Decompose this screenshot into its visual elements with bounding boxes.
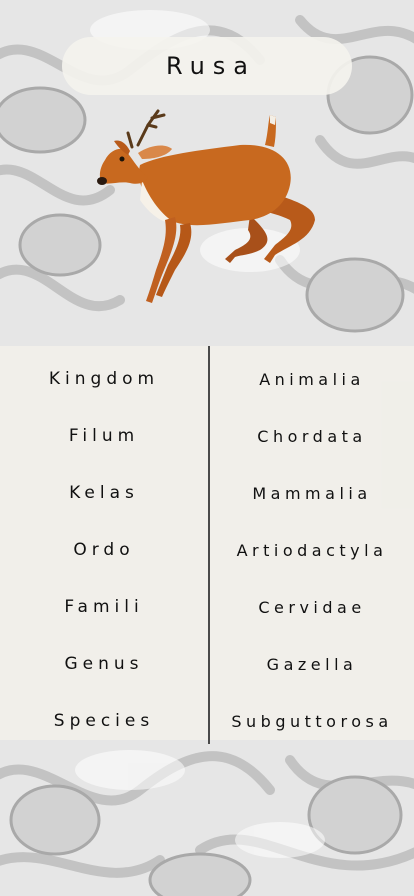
- table-row: Filum Chordata: [0, 416, 414, 456]
- table-row: Ordo Artiodactyla: [0, 530, 414, 570]
- rank-value: Animalia: [259, 369, 365, 389]
- title-banner: Rusa: [62, 37, 352, 95]
- rank-value: Gazella: [266, 654, 358, 674]
- table-row: Famili Cervidae: [0, 587, 414, 627]
- table-row: Genus Gazella: [0, 644, 414, 684]
- page-title: Rusa: [165, 52, 257, 80]
- rank-value: Cervidae: [258, 597, 366, 617]
- rank-value: Subguttorosa: [231, 711, 393, 731]
- rank-label: Kelas: [69, 483, 139, 503]
- rank-label: Famili: [64, 597, 144, 617]
- table-row: Kingdom Animalia: [0, 359, 414, 399]
- table-row: Kelas Mammalia: [0, 473, 414, 513]
- rank-label: Genus: [64, 654, 144, 674]
- rank-label: Filum: [68, 426, 140, 446]
- rank-value: Artiodactyla: [236, 540, 388, 560]
- rank-value: Chordata: [257, 426, 367, 446]
- rank-label: Ordo: [73, 540, 135, 560]
- deer-icon: [97, 109, 315, 303]
- rank-label: Kingdom: [48, 369, 160, 389]
- table-row: Species Subguttorosa: [0, 701, 414, 741]
- rank-value: Mammalia: [252, 483, 372, 503]
- rank-label: Species: [53, 711, 155, 731]
